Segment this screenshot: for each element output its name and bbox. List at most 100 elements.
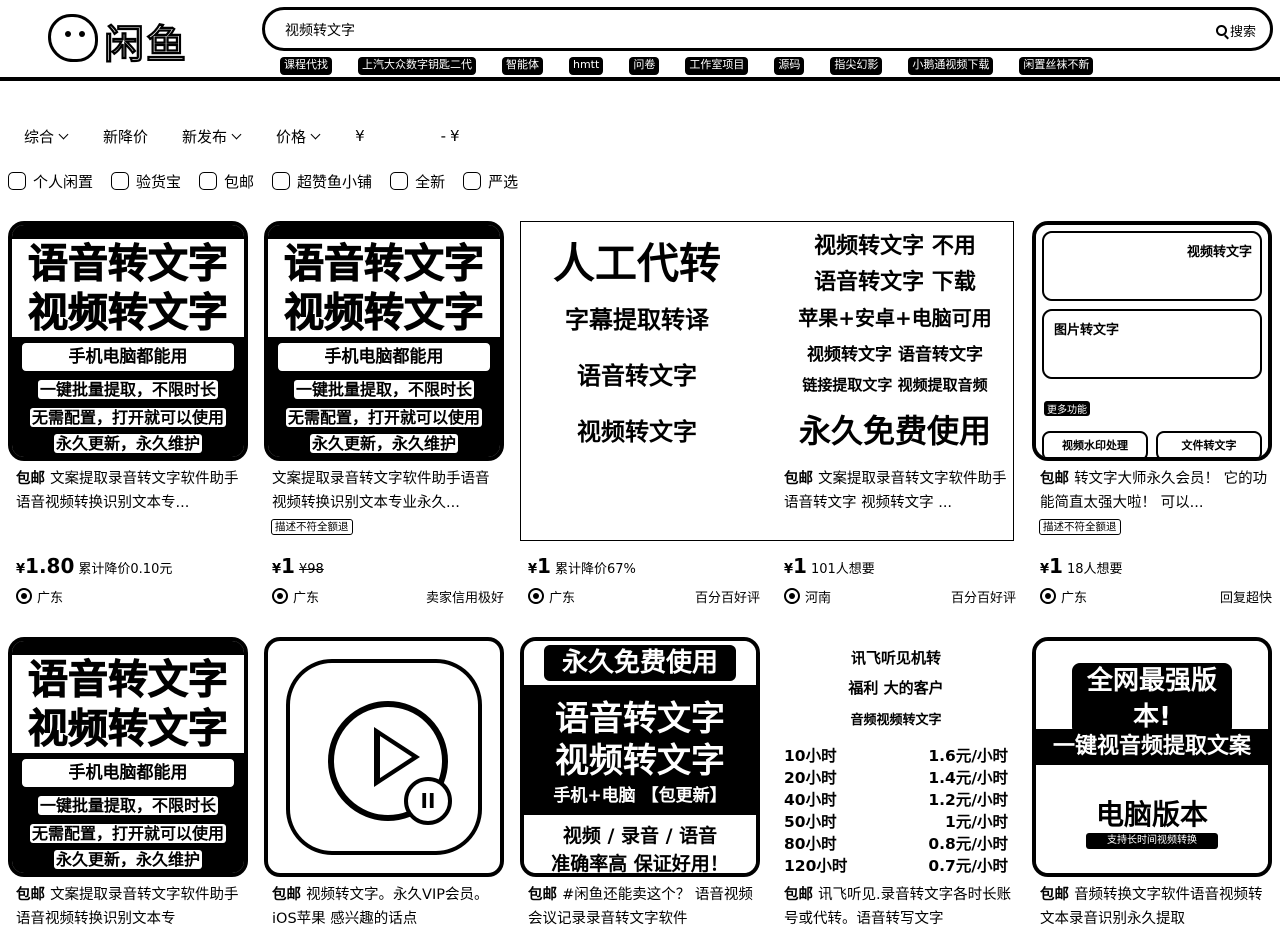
app-card-title: 视频转文字 xyxy=(1186,245,1252,260)
poster-text: 无需配置，打开就可以使用 xyxy=(29,824,226,843)
filter-checkbox[interactable]: 全新 xyxy=(390,171,445,192)
product-card[interactable]: 语音转文字 视频转文字 手机电脑都能用 一键批量提取，不限时长 无需配置，打开就可以使用… xyxy=(8,637,248,927)
product-title-text: #闲鱼还能卖这个？ 语音视频会议记录录音转文字软件 xyxy=(528,887,753,927)
poster-text: 无需配置，打开就可以使用 xyxy=(29,408,226,427)
checkbox[interactable] xyxy=(111,172,130,190)
product-thumbnail[interactable]: 永久免费使用 语音转文字 视频转文字 手机+电脑 【包更新】 视频 / 录音 / 语音准… xyxy=(520,637,760,877)
price-table-row: 40小时 1.2元/小时 xyxy=(784,789,1008,811)
product-card[interactable]: 人工代转 字幕提取转译 语音转文字 视频转文字 视频转文字 不用 语音转文字 下载 苹果+安… xyxy=(520,221,1014,621)
filter-checkbox[interactable]: 超赞鱼小铺 xyxy=(272,171,372,192)
poster-text: 支持长时间视频转换 xyxy=(1086,833,1218,849)
product-title[interactable]: 包邮 转文字大师永久会员！ 它的功能简直太强大啦！ 可以... xyxy=(1032,467,1272,515)
hot-search-tag[interactable]: 工作室项目 xyxy=(685,57,749,75)
product-thumbnail[interactable]: 全网最强版本! 一键视音频提取文案 电脑版本 支持长时间视频转换 xyxy=(1032,637,1272,877)
product-card[interactable]: 语音转文字 视频转文字 手机电脑都能用 一键批量提取，不限时长 无需配置，打开就可以使用… xyxy=(264,221,504,621)
seller-location: 广东 xyxy=(16,587,63,606)
product-thumbnail[interactable]: II xyxy=(264,637,504,877)
product-thumbnail[interactable]: 语音转文字 视频转文字 手机电脑都能用 一键批量提取，不限时长 无需配置，打开就可以使用… xyxy=(8,221,248,461)
product-card[interactable]: II 包邮 视频转文字。永久VIP会员。iOS苹果 感兴趣的话点 xyxy=(264,637,504,927)
filter-checkbox[interactable]: 验货宝 xyxy=(111,171,181,192)
checkbox[interactable] xyxy=(272,172,291,190)
product-title[interactable]: 包邮 文案提取录音转文字软件助手 语音转文字 视频转文字 ... xyxy=(776,467,1016,515)
hot-search-tag[interactable]: hmtt xyxy=(569,57,604,75)
checkbox[interactable] xyxy=(390,172,409,190)
app-button: 文件转文字 xyxy=(1156,431,1262,457)
checkbox[interactable] xyxy=(199,172,218,190)
hot-search-tag[interactable]: 问卷 xyxy=(629,57,660,75)
product-card[interactable]: 包邮 文案提取录音转文字软件助手 语音转文字 视频转文字 ... ¥1 101人想要… xyxy=(776,221,1016,621)
price-range-dash: - xyxy=(440,127,447,145)
price-table-duration: 10小时 xyxy=(784,747,837,765)
poster-text: 电脑版本 xyxy=(1095,798,1208,831)
hot-search-tag[interactable]: 闲置丝袜不新 xyxy=(1019,57,1094,75)
app-card-title: 图片转文字 xyxy=(1054,323,1120,338)
checkbox[interactable] xyxy=(8,172,26,190)
price-table-duration: 20小时 xyxy=(784,769,837,787)
seller-avatar[interactable] xyxy=(1040,588,1056,604)
location-text: 河南 xyxy=(805,590,832,606)
product-card[interactable]: 讯飞听见机转 福利 大的客户 音频视频转文字 10小时 1.6元/小时 20小时 1.4元/… xyxy=(776,637,1016,927)
xianyu-logo[interactable]: 闲鱼 xyxy=(48,12,198,69)
product-card[interactable]: 语音转文字 视频转文字 手机电脑都能用 一键批量提取，不限时长 无需配置，打开就可以使用… xyxy=(8,221,248,621)
search-icon xyxy=(1215,25,1227,36)
product-thumbnail[interactable]: 语音转文字 视频转文字 手机电脑都能用 一键批量提取，不限时长 无需配置，打开就可以使用… xyxy=(8,637,248,877)
price-value: 1 xyxy=(793,554,807,578)
filter-checkbox[interactable]: 个人闲置 xyxy=(8,171,93,192)
play-icon xyxy=(374,727,420,787)
filter-label: 个人闲置 xyxy=(33,172,94,191)
product-title[interactable]: 包邮 文案提取录音转文字软件助手语音视频转换识别文本专... xyxy=(8,467,248,515)
hot-search-tag[interactable]: 源码 xyxy=(774,57,805,75)
poster-text: 语音转文字 xyxy=(577,362,697,390)
hot-search-tag[interactable]: 课程代找 xyxy=(280,57,332,75)
product-title-text: 文案提取录音转文字软件助手语音视频转换识别文本专业永久... xyxy=(272,471,490,511)
sort-option[interactable]: 新发布 xyxy=(182,126,242,147)
search-input[interactable] xyxy=(285,18,1165,42)
poster-text: 视频 / 录音 / 语音 xyxy=(562,825,718,847)
hot-search-tag[interactable]: 上汽大众数字钥匙二代 xyxy=(358,57,476,75)
poster-line: 无需配置，打开就可以使用 xyxy=(12,821,244,847)
sort-option[interactable]: 价格 xyxy=(276,126,321,147)
chevron-down-icon xyxy=(310,129,321,139)
currency-symbol: ¥ xyxy=(16,562,26,577)
filter-checkbox[interactable]: 包邮 xyxy=(199,171,254,192)
poster-line: 一键批量提取，不限时长 xyxy=(12,793,244,819)
seller-avatar[interactable] xyxy=(272,588,288,604)
checkbox[interactable] xyxy=(463,172,482,190)
product-card[interactable]: 全网最强版本! 一键视音频提取文案 电脑版本 支持长时间视频转换 包邮 音频转换文字软件… xyxy=(1032,637,1272,927)
hot-search-tag[interactable]: 智能体 xyxy=(502,57,543,75)
app-card: 图片转文字 xyxy=(1042,309,1262,379)
search-button[interactable]: 搜索 xyxy=(1215,21,1256,40)
poster-line: 无需配置，打开就可以使用 xyxy=(12,405,244,431)
price-value: 1 xyxy=(281,554,295,578)
price-min-input[interactable] xyxy=(368,128,437,144)
hot-search-tag[interactable]: 小鹅通视频下载 xyxy=(908,57,994,75)
product-card[interactable]: 永久免费使用 语音转文字 视频转文字 手机+电脑 【包更新】 视频 / 录音 / 语音准… xyxy=(520,637,760,927)
product-thumbnail[interactable] xyxy=(776,221,1016,461)
app-icon-frame: II xyxy=(286,659,482,855)
seller-tag: 百分百好评 xyxy=(950,590,1016,606)
poster-text: 准确率高 保证好用！ xyxy=(551,853,729,875)
location-text: 广东 xyxy=(1061,590,1088,606)
price-row: ¥1 累计降价67% xyxy=(528,554,636,578)
chevron-down-icon xyxy=(58,129,69,139)
hot-search-tag[interactable]: 指尖幻影 xyxy=(830,57,883,75)
poster-pill: 手机电脑都能用 xyxy=(20,341,236,373)
product-thumbnail[interactable]: 讯飞听见机转 福利 大的客户 音频视频转文字 10小时 1.6元/小时 20小时 1.4元/… xyxy=(776,637,1016,877)
refund-guarantee-badge: 描述不符全额退 xyxy=(271,519,353,535)
seller-avatar[interactable] xyxy=(16,588,32,604)
filter-checkbox[interactable]: 严选 xyxy=(463,171,518,192)
product-card[interactable]: 视频转文字 图片转文字 更多功能 视频水印处理 文件转文字 包邮 转文字大师永久会员！ 它… xyxy=(1032,221,1272,621)
poster-text: 人工代转 xyxy=(552,239,721,288)
seller-meta: 广东 xyxy=(16,586,248,606)
sort-option[interactable]: 新降价 xyxy=(103,126,148,147)
price-table: 10小时 1.6元/小时 20小时 1.4元/小时 40小时 1.2元/小时 50小时 1元/… xyxy=(784,745,1008,877)
product-thumbnail[interactable]: 视频转文字 图片转文字 更多功能 视频水印处理 文件转文字 xyxy=(1032,221,1272,461)
seller-avatar[interactable] xyxy=(784,588,800,604)
sort-option[interactable]: 综合 xyxy=(24,126,69,147)
poster-text: 永久更新，永久维护 xyxy=(53,434,202,453)
search-box: 搜索 xyxy=(262,7,1273,51)
product-title[interactable]: 文案提取录音转文字软件助手语音视频转换识别文本专业永久... xyxy=(264,467,504,515)
price-max-input[interactable] xyxy=(463,128,532,144)
seller-avatar[interactable] xyxy=(528,588,544,604)
product-thumbnail[interactable]: 语音转文字 视频转文字 手机电脑都能用 一键批量提取，不限时长 无需配置，打开就可以使用… xyxy=(264,221,504,461)
